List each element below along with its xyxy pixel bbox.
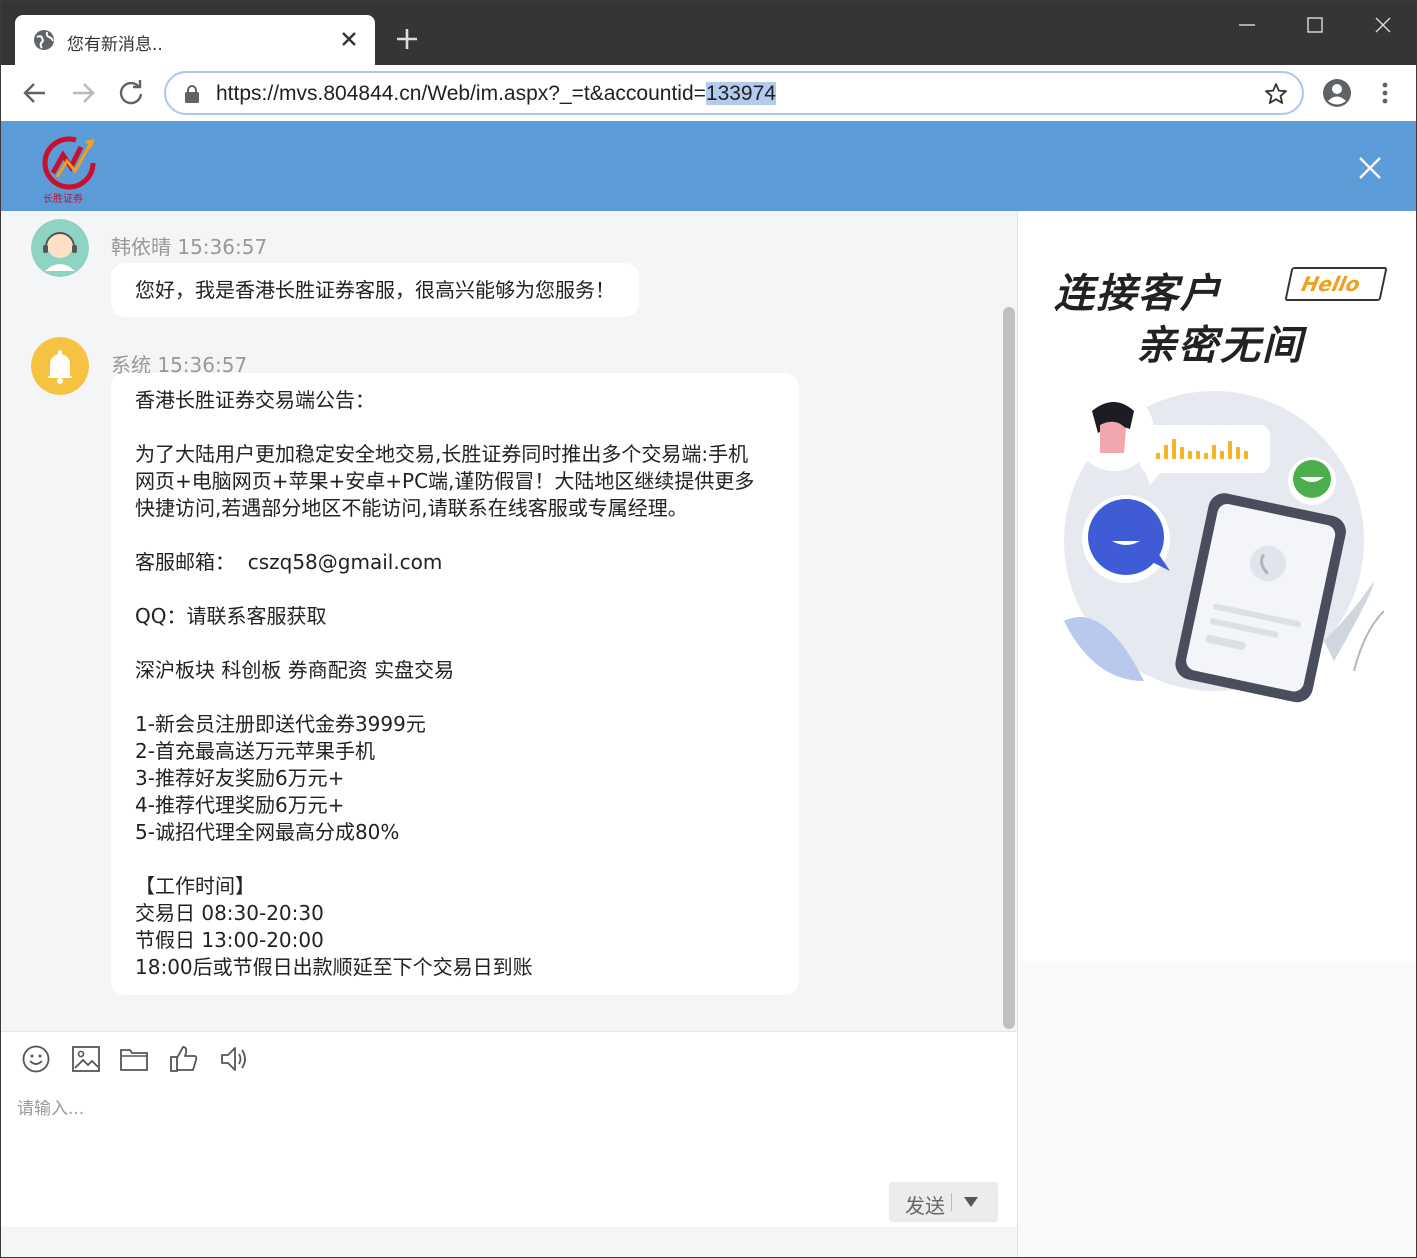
chevron-down-icon[interactable] [963, 1196, 979, 1208]
message-line [135, 414, 775, 441]
agent-avatar [31, 219, 89, 277]
browser-tab[interactable]: 您有新消息.. [15, 15, 375, 67]
bottom-strip [1, 1227, 1017, 1257]
globe-icon [34, 30, 54, 50]
message-line: 快捷访问,若遇部分地区不能访问,请联系在线客服或专属经理。 [135, 496, 688, 520]
message-line: 1-新会员注册即送代金券3999元 [135, 712, 426, 736]
message-line: 您好，我是香港长胜证券客服，很高兴能够为您服务！ [135, 278, 615, 302]
message-line: 3-推荐好友奖励6万元+ [135, 766, 345, 790]
chat-scrollbar[interactable] [1003, 307, 1015, 1029]
message-composer: 请输入... 发送 [1, 1031, 1017, 1257]
maximize-icon[interactable] [1295, 9, 1335, 41]
emoji-icon[interactable] [21, 1044, 51, 1074]
chat-history[interactable]: 韩依晴 15:36:57 您好，我是香港长胜证券客服，很高兴能够为您服务！ 系统… [1, 211, 1017, 1031]
forward-arrow-icon[interactable] [67, 77, 99, 109]
tab-close-icon[interactable] [337, 27, 361, 51]
browser-toolbar: https://mvs.804844.cn/Web/im.aspx?_=t&ac… [1, 65, 1416, 121]
message-line: 4-推荐代理奖励6万元+ [135, 793, 345, 817]
hello-text: Hello [1299, 272, 1363, 296]
customer-service-illustration [1064, 391, 1384, 703]
message-bubble: 香港长胜证券交易端公告： 为了大陆用户更加稳定安全地交易,长胜证券同时推出多个交… [111, 373, 799, 995]
thumbs-up-icon[interactable] [169, 1044, 199, 1074]
hello-badge: Hello [1284, 267, 1388, 301]
logo-text: 长胜证券 [43, 194, 83, 205]
title-bar: 您有新消息.. [1, 1, 1416, 67]
message-line: QQ：请联系客服获取 [135, 604, 327, 628]
tab-title: 您有新消息.. [67, 35, 163, 55]
message-line [135, 522, 775, 549]
browser-window: 您有新消息.. https://mvs.804844.cn/Web/im.asp… [0, 0, 1417, 1258]
message-line: 网页+电脑网页+苹果+安卓+PC端,谨防假冒！大陆地区继续提供更多 [135, 469, 755, 493]
message-line: 香港长胜证券交易端公告： [135, 388, 375, 412]
message-line [135, 576, 775, 603]
reload-icon[interactable] [115, 77, 147, 109]
message-line: 2-首充最高送万元苹果手机 [135, 739, 375, 763]
message-input[interactable]: 请输入... [17, 1094, 84, 1119]
message-line: 交易日 08:30-20:30 [135, 901, 324, 925]
slogan-line-2: 亲密无间 [1136, 323, 1304, 369]
message-line: 深沪板块 科创板 券商配资 实盘交易 [135, 658, 455, 682]
image-icon[interactable] [71, 1044, 101, 1074]
minimize-icon[interactable] [1227, 9, 1267, 41]
window-close-icon[interactable] [1363, 9, 1403, 41]
message-line: 18:00后或节假日出款顺延至下个交易日到账 [135, 955, 533, 979]
message-line [135, 846, 775, 873]
message-line: 5-诚招代理全网最高分成80% [135, 820, 400, 844]
profile-avatar-icon[interactable] [1321, 77, 1353, 109]
folder-icon[interactable] [119, 1044, 149, 1074]
message-line: 【工作时间】 [135, 874, 255, 898]
side-panel-footer [1018, 961, 1416, 1257]
system-bell-avatar [31, 337, 89, 395]
message-line [135, 630, 775, 657]
more-menu-icon[interactable] [1371, 77, 1399, 109]
send-label: 发送 [905, 1194, 945, 1218]
message-line: 客服邮箱： cszq58@gmail.com [135, 550, 443, 574]
url-text[interactable]: https://mvs.804844.cn/Web/im.aspx?_=t&ac… [216, 82, 776, 106]
address-bar[interactable]: https://mvs.804844.cn/Web/im.aspx?_=t&ac… [164, 71, 1304, 115]
send-button[interactable]: 发送 [889, 1182, 998, 1222]
url-prefix: https://mvs.804844.cn/Web/im.aspx?_=t&ac… [216, 82, 706, 105]
message-line: 节假日 13:00-20:00 [135, 928, 324, 952]
lock-icon[interactable] [184, 85, 200, 103]
message-line: 为了大陆用户更加稳定安全地交易,长胜证券同时推出多个交易端:手机 [135, 442, 749, 466]
message-line [135, 684, 775, 711]
slogan-line-1: 连接客户 [1054, 271, 1222, 317]
url-selected-text: 133974 [705, 82, 776, 105]
chat-header: 长胜证券 [1, 121, 1416, 211]
bookmark-star-icon[interactable] [1264, 82, 1288, 106]
message-bubble: 您好，我是香港长胜证券客服，很高兴能够为您服务！ [111, 263, 639, 317]
close-chat-icon[interactable] [1355, 153, 1385, 183]
back-arrow-icon[interactable] [19, 77, 51, 109]
new-tab-icon[interactable] [393, 25, 421, 53]
message-sender-time: 韩依晴 15:36:57 [111, 235, 268, 259]
speaker-icon[interactable] [219, 1044, 249, 1074]
send-divider [951, 1193, 952, 1211]
side-panel: 连接客户 Hello 亲密无间 [1017, 211, 1416, 1257]
